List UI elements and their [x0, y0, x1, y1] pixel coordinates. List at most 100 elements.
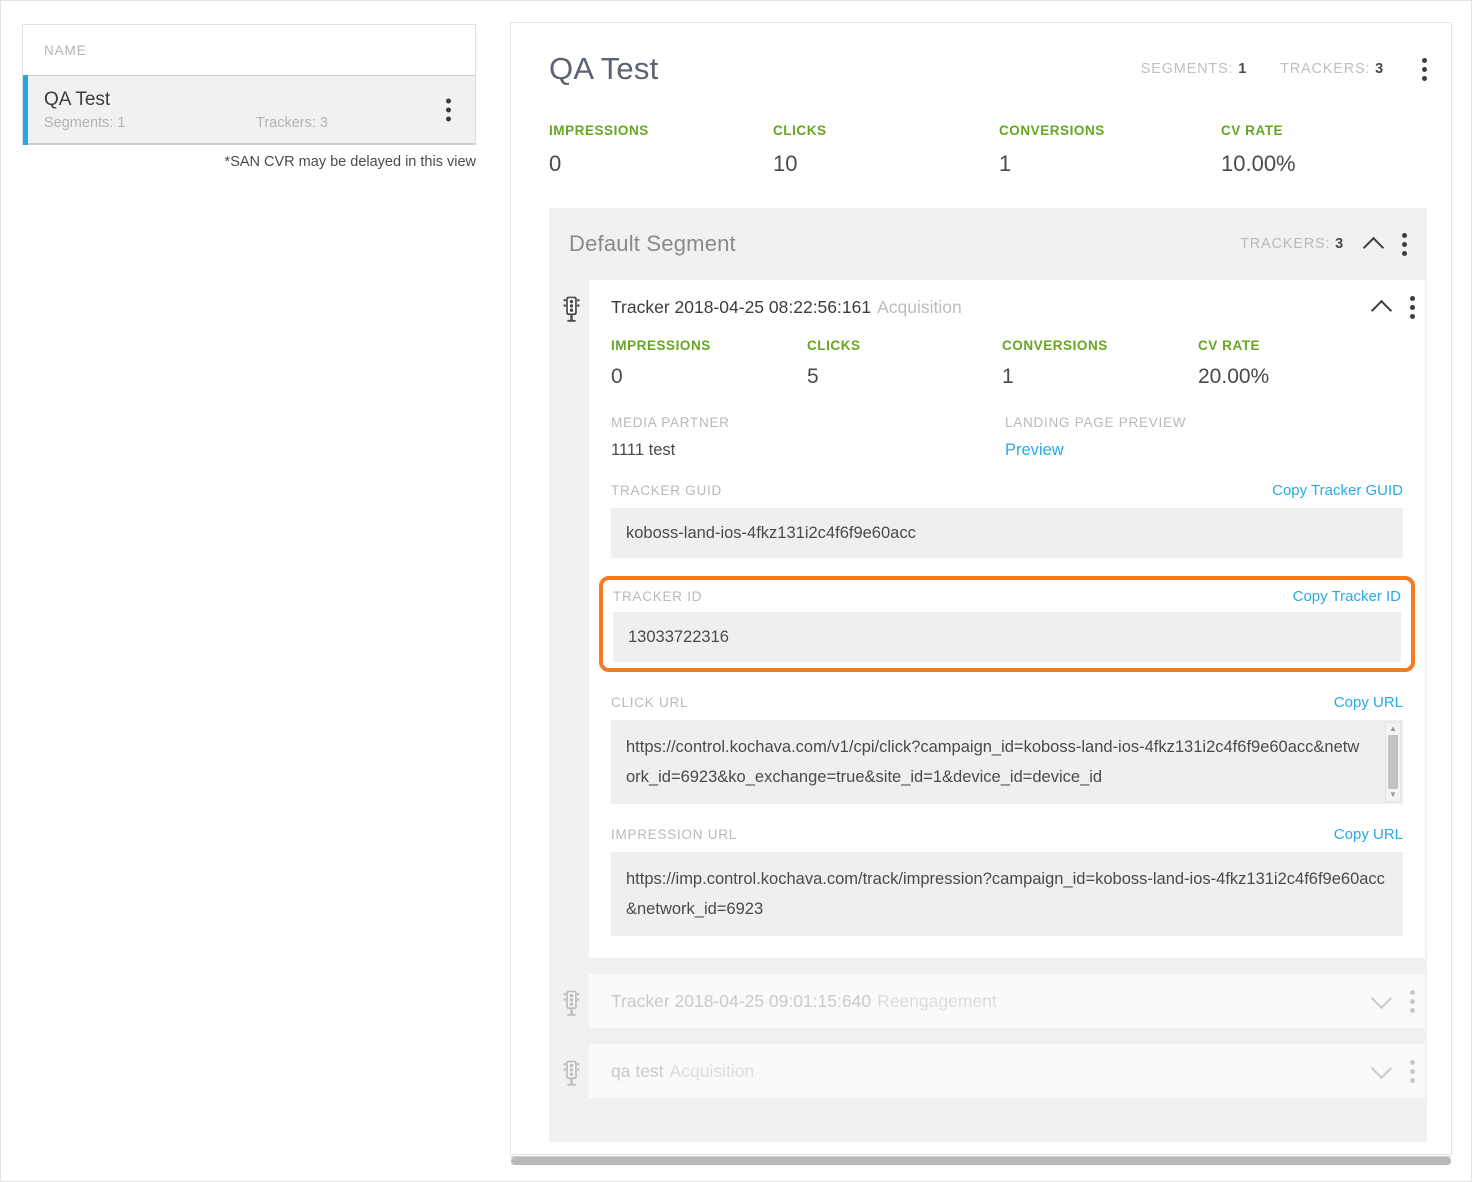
app-page: NAME QA Test Segments: 1 Trackers: 3 *SA… — [0, 0, 1472, 1182]
horizontal-scrollbar[interactable] — [511, 1156, 1451, 1165]
campaign-list-card: NAME QA Test Segments: 1 Trackers: 3 — [22, 24, 476, 145]
kebab-dot — [1422, 57, 1427, 63]
chevron-up-icon[interactable] — [1362, 232, 1386, 256]
tracker-guid-field: TRACKER GUID Copy Tracker GUID koboss-la… — [611, 482, 1403, 558]
tracker-id-value[interactable]: 13033722316 — [613, 612, 1401, 662]
campaign-meta: Segments: 1 Trackers: 3 — [44, 115, 475, 131]
tracker-header[interactable]: Tracker 2018-04-25 08:22:56:161 Acquisiti… — [589, 280, 1425, 334]
impression-url-label: IMPRESSION URL — [611, 827, 738, 842]
tracker-title: qa test Acquisition — [611, 1061, 1370, 1082]
kebab-menu-icon[interactable] — [1422, 57, 1427, 81]
scrollbar-thumb[interactable] — [511, 1157, 1451, 1165]
stat-value: 20.00% — [1198, 365, 1270, 388]
tracker-row-collapsed: qa test Acquisition — [549, 1044, 1427, 1098]
kebab-menu-icon[interactable] — [1410, 1059, 1415, 1083]
copy-tracker-guid-button[interactable]: Copy Tracker GUID — [1272, 482, 1403, 499]
stat-impressions: IMPRESSIONS 0 — [549, 123, 773, 177]
campaign-list-panel: NAME QA Test Segments: 1 Trackers: 3 *SA… — [22, 24, 476, 170]
tracker-card: Tracker 2018-04-25 09:01:15:640 Reengagem… — [589, 974, 1425, 1028]
detail-header: QA Test SEGMENTS: 1 TRACKERS: 3 — [511, 23, 1451, 87]
traffic-light-icon — [553, 280, 589, 322]
kebab-menu-icon[interactable] — [1410, 989, 1415, 1013]
click-url-row: CLICK URL Copy URL — [611, 694, 1403, 711]
stat-value: 1 — [999, 151, 1012, 176]
impression-url-value[interactable]: https://imp.control.kochava.com/track/im… — [611, 852, 1403, 936]
stat-value: 10 — [773, 151, 798, 176]
campaign-segments-count: Segments: 1 — [44, 115, 126, 131]
kebab-dot — [1422, 66, 1427, 72]
tracker-id-highlight: TRACKER ID Copy Tracker ID 13033722316 — [599, 576, 1415, 672]
tracker-header[interactable]: Tracker 2018-04-25 09:01:15:640 Reengagem… — [589, 974, 1425, 1028]
kebab-dot — [1402, 241, 1407, 247]
stat-value: 10.00% — [1221, 151, 1296, 176]
media-partner-label: MEDIA PARTNER — [611, 415, 730, 430]
campaign-list-item-body: QA Test Segments: 1 Trackers: 3 — [23, 88, 475, 131]
scrollbar-thumb[interactable] — [1388, 735, 1398, 789]
campaign-list-header: NAME — [23, 25, 475, 75]
tracker-type: Reengagement — [877, 990, 997, 1011]
copy-tracker-id-button[interactable]: Copy Tracker ID — [1293, 588, 1401, 605]
kebab-dot — [1410, 998, 1415, 1004]
kebab-dot — [446, 116, 451, 121]
scroll-up-arrow-icon[interactable]: ▲ — [1389, 725, 1397, 733]
campaign-name: QA Test — [44, 89, 111, 110]
copy-click-url-button[interactable]: Copy URL — [1334, 694, 1403, 711]
stat-label: CONVERSIONS — [999, 123, 1105, 138]
kebab-dot — [1410, 989, 1415, 995]
chevron-down-icon[interactable] — [1370, 1059, 1394, 1083]
tracker-guid-label: TRACKER GUID — [611, 483, 723, 498]
segment-header: Default Segment TRACKERS: 3 — [549, 208, 1427, 280]
traffic-light-glyph — [563, 1060, 579, 1086]
kebab-dot — [446, 107, 451, 112]
kebab-dot — [1410, 295, 1415, 301]
stat-label: CV RATE — [1221, 123, 1284, 138]
stat-label: CLICKS — [773, 123, 827, 138]
kebab-dot — [1410, 304, 1415, 310]
san-cvr-footnote: *SAN CVR may be delayed in this view — [224, 154, 476, 170]
kebab-menu-icon[interactable] — [1402, 232, 1407, 256]
kebab-menu-icon[interactable] — [446, 98, 451, 121]
chevron-down-icon[interactable] — [1370, 989, 1394, 1013]
tracker-card: qa test Acquisition — [589, 1044, 1425, 1098]
tracker-body: IMPRESSIONS 0 CLICKS 5 CONVERSIONS 1 CV … — [589, 338, 1425, 958]
tracker-name: Tracker 2018-04-25 08:22:56:161 — [611, 296, 872, 317]
kebab-dot — [1402, 250, 1407, 256]
tracker-card: Tracker 2018-04-25 08:22:56:161 Acquisiti… — [589, 280, 1425, 958]
chevron-up-icon[interactable] — [1370, 295, 1394, 319]
tracker-id-label: TRACKER ID — [613, 589, 703, 604]
copy-impression-url-button[interactable]: Copy URL — [1334, 826, 1403, 843]
stat-value: 5 — [807, 365, 819, 388]
scroll-down-arrow-icon[interactable]: ▼ — [1389, 791, 1397, 799]
media-partner-field: MEDIA PARTNER 1111 test — [611, 415, 1005, 460]
segment-title: Default Segment — [569, 231, 736, 256]
tracker-type: Acquisition — [877, 296, 962, 317]
impression-url-field: IMPRESSION URL Copy URL https://imp.cont… — [611, 826, 1403, 936]
kebab-dot — [1410, 1007, 1415, 1013]
tracker-header[interactable]: qa test Acquisition — [589, 1044, 1425, 1098]
tracker-name: Tracker 2018-04-25 09:01:15:640 — [611, 990, 872, 1011]
click-url-label: CLICK URL — [611, 695, 689, 710]
preview-link[interactable]: Preview — [1005, 441, 1064, 459]
click-url-value: https://control.kochava.com/v1/cpi/click… — [626, 738, 1360, 786]
tracker-name: qa test — [611, 1060, 664, 1081]
stat-conversions: CONVERSIONS 1 — [999, 123, 1221, 177]
tracker-stat-impressions: IMPRESSIONS 0 — [611, 338, 807, 389]
click-url-scrollbar[interactable]: ▲ ▼ — [1385, 722, 1401, 802]
impression-url-row: IMPRESSION URL Copy URL — [611, 826, 1403, 843]
landing-page-field: LANDING PAGE PREVIEW Preview — [1005, 415, 1186, 460]
header-trackers-count: TRACKERS: 3 — [1280, 61, 1384, 77]
tracker-guid-value[interactable]: koboss-land-ios-4fkz131i2c4f6f9e60acc — [611, 508, 1403, 558]
tracker-id-row: TRACKER ID Copy Tracker ID — [613, 588, 1401, 605]
kebab-menu-icon[interactable] — [1410, 295, 1415, 319]
kebab-dot — [1410, 1077, 1415, 1083]
kebab-dot — [1402, 232, 1407, 238]
column-header-name: NAME — [44, 42, 87, 58]
tracker-row-collapsed: Tracker 2018-04-25 09:01:15:640 Reengagem… — [549, 974, 1427, 1028]
stat-label: CONVERSIONS — [1002, 338, 1108, 353]
header-segments-count: SEGMENTS: 1 — [1140, 61, 1248, 77]
segment-default: Default Segment TRACKERS: 3 Tracker 2018… — [549, 208, 1427, 1142]
click-url-value-box[interactable]: https://control.kochava.com/v1/cpi/click… — [611, 720, 1403, 804]
kebab-dot — [1410, 1068, 1415, 1074]
tracker-info-row: MEDIA PARTNER 1111 test LANDING PAGE PRE… — [611, 415, 1403, 460]
campaign-list-item-qa-test[interactable]: QA Test Segments: 1 Trackers: 3 — [23, 75, 475, 145]
